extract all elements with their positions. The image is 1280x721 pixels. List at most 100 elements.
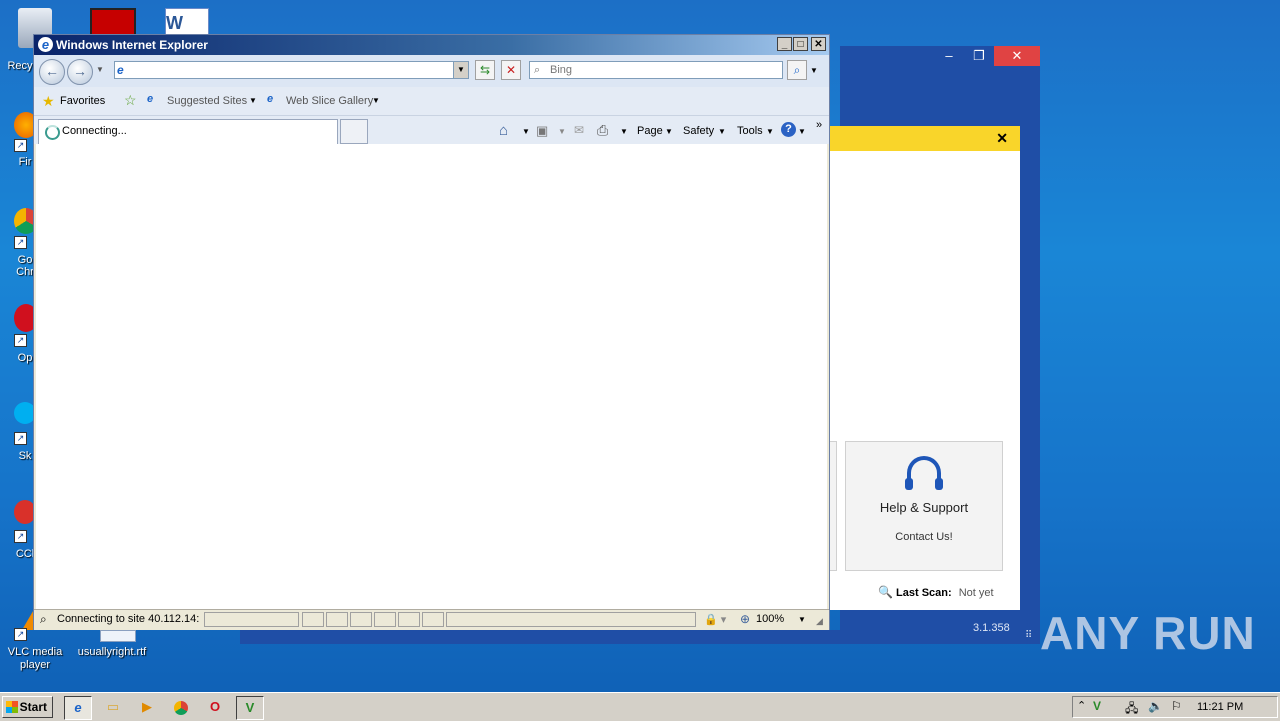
rtf-file-icon[interactable] xyxy=(100,630,136,642)
system-tray: ⌃ V 🖧 🔈 ⚐ 11:21 PM xyxy=(1072,696,1278,718)
resize-grip-icon[interactable]: ◢ xyxy=(816,616,823,627)
app-v-taskbar-icon[interactable]: V xyxy=(236,696,264,720)
minimize-button[interactable]: _ xyxy=(777,37,792,51)
chrome-taskbar-icon[interactable] xyxy=(168,696,194,718)
search-input[interactable]: ⌕ Bing xyxy=(529,61,783,79)
page-icon: e xyxy=(117,63,124,77)
home-icon[interactable]: ⌂ xyxy=(499,122,508,139)
favorites-button[interactable]: Favorites xyxy=(60,95,105,107)
zoom-dropdown-icon[interactable]: ▼ xyxy=(798,615,806,624)
desktop-icon-label[interactable]: usuallyright.rtf xyxy=(75,646,149,658)
page-menu[interactable]: Page xyxy=(637,125,663,137)
back-button[interactable]: ← xyxy=(39,59,65,85)
tab-label: Connecting... xyxy=(62,125,127,137)
recent-pages-dropdown-icon[interactable]: ▼ xyxy=(96,65,104,74)
tools-dropdown-icon[interactable]: ▼ xyxy=(766,127,774,136)
internet-explorer-taskbar-icon[interactable]: e xyxy=(64,696,92,720)
safety-menu[interactable]: Safety xyxy=(683,125,714,137)
last-scan: 🔍 Last Scan: Not yet xyxy=(878,585,994,599)
start-button[interactable]: Start xyxy=(2,696,53,718)
suggested-sites-link[interactable]: Suggested Sites xyxy=(167,95,247,107)
resize-grip-icon[interactable]: ⠿ xyxy=(1025,630,1032,641)
shortcut-arrow-icon: ↗ xyxy=(14,628,27,641)
action-center-flag-icon[interactable]: ⚐ xyxy=(1171,699,1182,713)
status-panel xyxy=(302,612,324,627)
close-button[interactable]: ✕ xyxy=(811,37,826,51)
page-dropdown-icon[interactable]: ▼ xyxy=(665,127,673,136)
refresh-button[interactable]: ⇆ xyxy=(475,60,495,80)
show-hidden-icons-icon[interactable]: ⌃ xyxy=(1077,699,1086,712)
address-dropdown-icon[interactable]: ▼ xyxy=(453,62,468,78)
search-options-icon[interactable]: ▼ xyxy=(810,66,818,75)
window-controls: – ❐ ✕ xyxy=(934,46,1040,66)
navigation-bar: ← → ▼ e ▼ ⇆ ✕ ⌕ Bing ⌕ ▼ xyxy=(34,55,829,87)
page-content[interactable] xyxy=(36,144,827,609)
suggested-sites-dropdown-icon[interactable]: ▼ xyxy=(249,96,257,105)
print-dropdown-icon[interactable]: ▼ xyxy=(620,127,628,136)
ie-window: e Windows Internet Explorer _ □ ✕ ← → ▼ … xyxy=(33,34,830,630)
tab-connecting[interactable]: Connecting... xyxy=(38,119,338,144)
close-icon[interactable]: ✕ xyxy=(994,46,1040,66)
help-subtitle[interactable]: Contact Us! xyxy=(846,531,1002,543)
safety-dropdown-icon[interactable]: ▼ xyxy=(718,127,726,136)
headset-icon xyxy=(905,456,943,490)
desktop-icon-label[interactable]: VLC media player xyxy=(5,646,65,672)
ie-logo-icon: e xyxy=(38,37,53,52)
search-button[interactable]: ⌕ xyxy=(787,60,807,80)
status-search-icon: ⌕ xyxy=(40,612,47,626)
window-title: Windows Internet Explorer xyxy=(56,38,208,52)
favorites-bar: ★ Favorites ☆ e Suggested Sites ▼ e Web … xyxy=(34,87,829,116)
network-icon[interactable]: 🖧 xyxy=(1125,699,1138,720)
ie-titlebar[interactable]: e Windows Internet Explorer _ □ ✕ xyxy=(34,35,829,55)
shortcut-arrow-icon: ↗ xyxy=(14,236,27,249)
web-slice-gallery-link[interactable]: Web Slice Gallery xyxy=(286,95,373,107)
last-scan-value: Not yet xyxy=(958,587,994,599)
status-panel xyxy=(422,612,444,627)
app-v-tray-icon[interactable]: V xyxy=(1093,699,1101,713)
close-icon[interactable]: ✕ xyxy=(996,130,1008,147)
file-explorer-icon[interactable]: ▭ xyxy=(100,696,126,718)
restore-icon[interactable]: ❐ xyxy=(964,46,994,66)
feeds-icon[interactable]: ▣ xyxy=(536,123,548,139)
media-player-icon[interactable]: ▶ xyxy=(134,696,160,718)
help-support-card[interactable]: Help & Support Contact Us! xyxy=(845,441,1003,571)
zoom-level[interactable]: 100% xyxy=(756,613,784,625)
status-panel xyxy=(398,612,420,627)
feeds-dropdown-icon[interactable]: ▼ xyxy=(558,127,566,136)
volume-icon[interactable]: 🔈 xyxy=(1148,699,1163,713)
protected-mode-icon[interactable]: 🔒 ▾ xyxy=(704,613,726,626)
last-scan-label: Last Scan: xyxy=(896,587,952,599)
anyrun-watermark: ANY RUN xyxy=(1040,607,1256,659)
new-tab-button[interactable] xyxy=(340,119,368,144)
tools-menu[interactable]: Tools xyxy=(737,125,763,137)
background-app-footer xyxy=(240,630,1040,644)
loading-spinner-icon xyxy=(45,125,60,140)
command-bar: Connecting... ⌂ ▼ ▣ ▼ ✉ ⎙ ▼ Page ▼ Safet… xyxy=(34,116,829,144)
status-panel xyxy=(326,612,348,627)
minimize-icon[interactable]: – xyxy=(934,46,964,66)
shortcut-arrow-icon: ↗ xyxy=(14,530,27,543)
status-panel xyxy=(350,612,372,627)
stop-button[interactable]: ✕ xyxy=(501,60,521,80)
clock[interactable]: 11:21 PM xyxy=(1197,701,1243,713)
web-slice-dropdown-icon[interactable]: ▼ xyxy=(372,96,380,105)
status-panel xyxy=(446,612,696,627)
help-icon[interactable]: ? xyxy=(781,122,796,137)
maximize-button[interactable]: □ xyxy=(793,37,808,51)
opera-taskbar-icon[interactable]: O xyxy=(202,696,228,718)
read-mail-icon[interactable]: ✉ xyxy=(574,123,584,137)
status-panel xyxy=(374,612,396,627)
taskbar: Start e ▭ ▶ O V ⌃ V 🖧 🔈 ⚐ 11:21 PM xyxy=(0,692,1280,721)
chevron-more-icon[interactable]: » xyxy=(816,119,822,131)
help-title: Help & Support xyxy=(879,500,969,515)
version-label: 3.1.358 xyxy=(973,622,1010,634)
add-favorites-icon[interactable]: ☆ xyxy=(124,92,137,109)
suggested-sites-icon: e xyxy=(147,93,154,105)
address-bar[interactable]: e ▼ xyxy=(114,61,469,79)
progress-bar xyxy=(204,612,299,627)
help-dropdown-icon[interactable]: ▼ xyxy=(798,127,806,136)
home-dropdown-icon[interactable]: ▼ xyxy=(522,127,530,136)
forward-button[interactable]: → xyxy=(67,59,93,85)
print-icon[interactable]: ⎙ xyxy=(597,122,608,139)
side-card[interactable] xyxy=(830,441,837,571)
